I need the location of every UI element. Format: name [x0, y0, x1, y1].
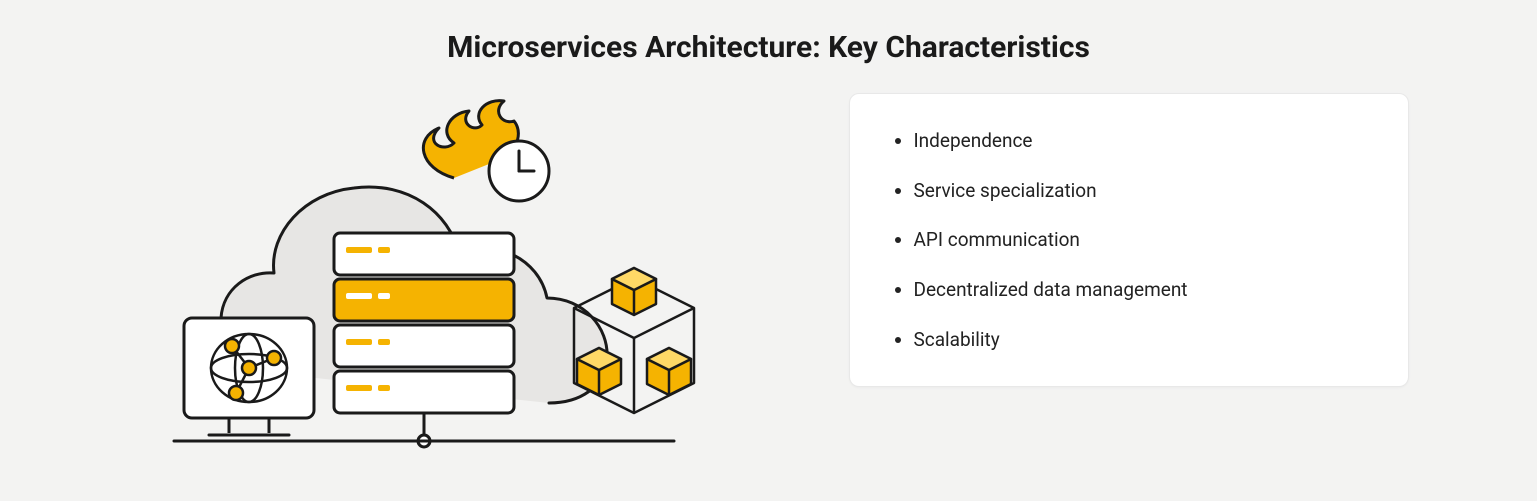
flame-clock-icon — [423, 101, 549, 201]
list-item: Scalability — [914, 327, 1366, 353]
microservices-illustration — [129, 93, 769, 463]
list-item: Independence — [914, 128, 1366, 154]
characteristics-list: Independence Service specialization API … — [892, 128, 1366, 352]
list-item: API communication — [914, 227, 1366, 253]
list-item: Service specialization — [914, 178, 1366, 204]
list-item: Decentralized data management — [914, 277, 1366, 303]
characteristics-card: Independence Service specialization API … — [849, 93, 1409, 387]
network-monitor-icon — [184, 318, 314, 435]
content-row: Independence Service specialization API … — [60, 93, 1477, 463]
page-title: Microservices Architecture: Key Characte… — [447, 30, 1090, 65]
